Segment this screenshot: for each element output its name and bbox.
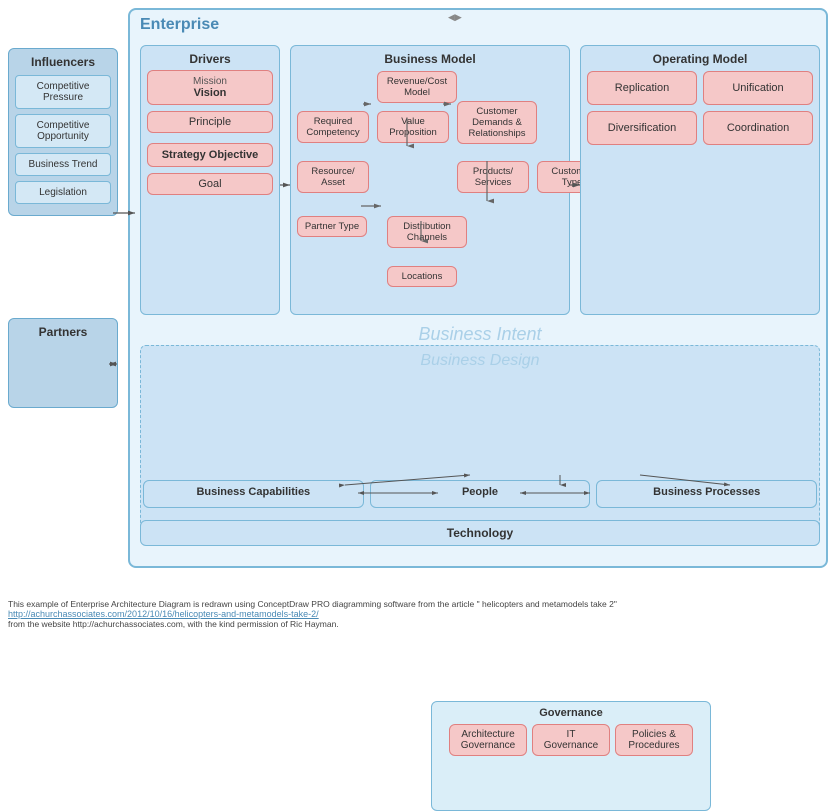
goal-box: Goal <box>147 173 273 195</box>
footer: This example of Enterprise Architecture … <box>8 599 617 629</box>
processes-title: Business Processes <box>602 486 811 498</box>
governance-items: Architecture Governance IT Governance Po… <box>437 724 705 756</box>
influencer-legislation: Legislation <box>15 181 111 204</box>
footer-link-anchor[interactable]: http://achurchassociates.com/2012/10/16/… <box>8 609 319 619</box>
influencer-competitive-pressure: Competitive Pressure <box>15 75 111 109</box>
distribution-channels-item: Distribution Channels <box>387 216 467 248</box>
strategy-box: Strategy Objective <box>147 143 273 167</box>
vision-label: Vision <box>153 87 267 99</box>
unification-item: Unification <box>703 71 813 105</box>
principle-label: Principle <box>189 116 231 128</box>
governance-box: Governance Architecture Governance IT Go… <box>431 701 711 811</box>
mission-label: Mission <box>153 76 267 87</box>
required-competency-item: Required Competency <box>297 111 369 143</box>
partners-panel: Partners <box>8 318 118 408</box>
it-governance-item: IT Governance <box>532 724 610 756</box>
drivers-box: Drivers Mission Vision Principle Strateg… <box>140 45 280 315</box>
resource-asset-item: Resource/ Asset <box>297 161 369 193</box>
enterprise-box: Enterprise Drivers Mission Vision Princi… <box>128 8 828 568</box>
diversification-item: Diversification <box>587 111 697 145</box>
capabilities-title: Business Capabilities <box>149 486 358 498</box>
business-capabilities-section: Business Capabilities <box>143 480 364 508</box>
strategy-label: Strategy Objective <box>153 149 267 161</box>
influencer-business-trend: Business Trend <box>15 153 111 176</box>
governance-title: Governance <box>437 707 705 719</box>
influencers-panel: Influencers Competitive Pressure Competi… <box>8 48 118 216</box>
coordination-item: Coordination <box>703 111 813 145</box>
policies-procedures-item: Policies & Procedures <box>615 724 693 756</box>
arch-governance-item: Architecture Governance <box>449 724 527 756</box>
drivers-title: Drivers <box>147 52 273 66</box>
value-proposition-item: Value Proposition <box>377 111 449 143</box>
people-title: People <box>376 486 585 498</box>
technology-label: Technology <box>447 526 513 540</box>
people-section: People <box>370 480 591 508</box>
partners-title: Partners <box>15 325 111 339</box>
operating-model-grid: Replication Unification Diversification … <box>587 71 813 145</box>
customer-demands-item: Customer Demands & Relationships <box>457 101 537 144</box>
replication-item: Replication <box>587 71 697 105</box>
locations-item: Locations <box>387 266 457 287</box>
operating-model-title: Operating Model <box>587 52 813 66</box>
business-model-grid: Revenue/Cost Model Required Competency V… <box>297 71 563 291</box>
operating-model-box: Operating Model Replication Unification … <box>580 45 820 315</box>
business-intent-label: Business Intent <box>130 324 830 345</box>
revenue-cost-item: Revenue/Cost Model <box>377 71 457 103</box>
technology-bar: Technology <box>140 520 820 546</box>
partner-type-item: Partner Type <box>297 216 367 237</box>
mission-vision-box: Mission Vision <box>147 70 273 105</box>
business-model-title: Business Model <box>297 52 563 66</box>
business-processes-section: Business Processes <box>596 480 817 508</box>
products-services-item: Products/ Services <box>457 161 529 193</box>
footer-link[interactable]: http://achurchassociates.com/2012/10/16/… <box>8 609 617 619</box>
footer-line1: This example of Enterprise Architecture … <box>8 599 617 609</box>
scroll-indicator: ◀▶ <box>448 12 462 23</box>
business-design-title: Business Design <box>147 352 813 370</box>
principle-box: Principle <box>147 111 273 133</box>
influencers-title: Influencers <box>15 55 111 69</box>
business-model-box: Business Model Revenue/Cost Model Requir… <box>290 45 570 315</box>
partners-arrow-svg <box>9 354 119 414</box>
enterprise-title: Enterprise <box>130 10 826 40</box>
bottom-row: Business Capabilities People Business Pr… <box>140 480 820 508</box>
footer-line2: from the website http://achurchassociate… <box>8 619 617 629</box>
business-design-box: Business Design Governance Architecture … <box>140 345 820 540</box>
influencers-arrow-svg <box>113 203 138 223</box>
goal-label: Goal <box>198 178 221 190</box>
main-container: Enterprise Drivers Mission Vision Princi… <box>8 8 832 588</box>
influencer-competitive-opportunity: Competitive Opportunity <box>15 114 111 148</box>
